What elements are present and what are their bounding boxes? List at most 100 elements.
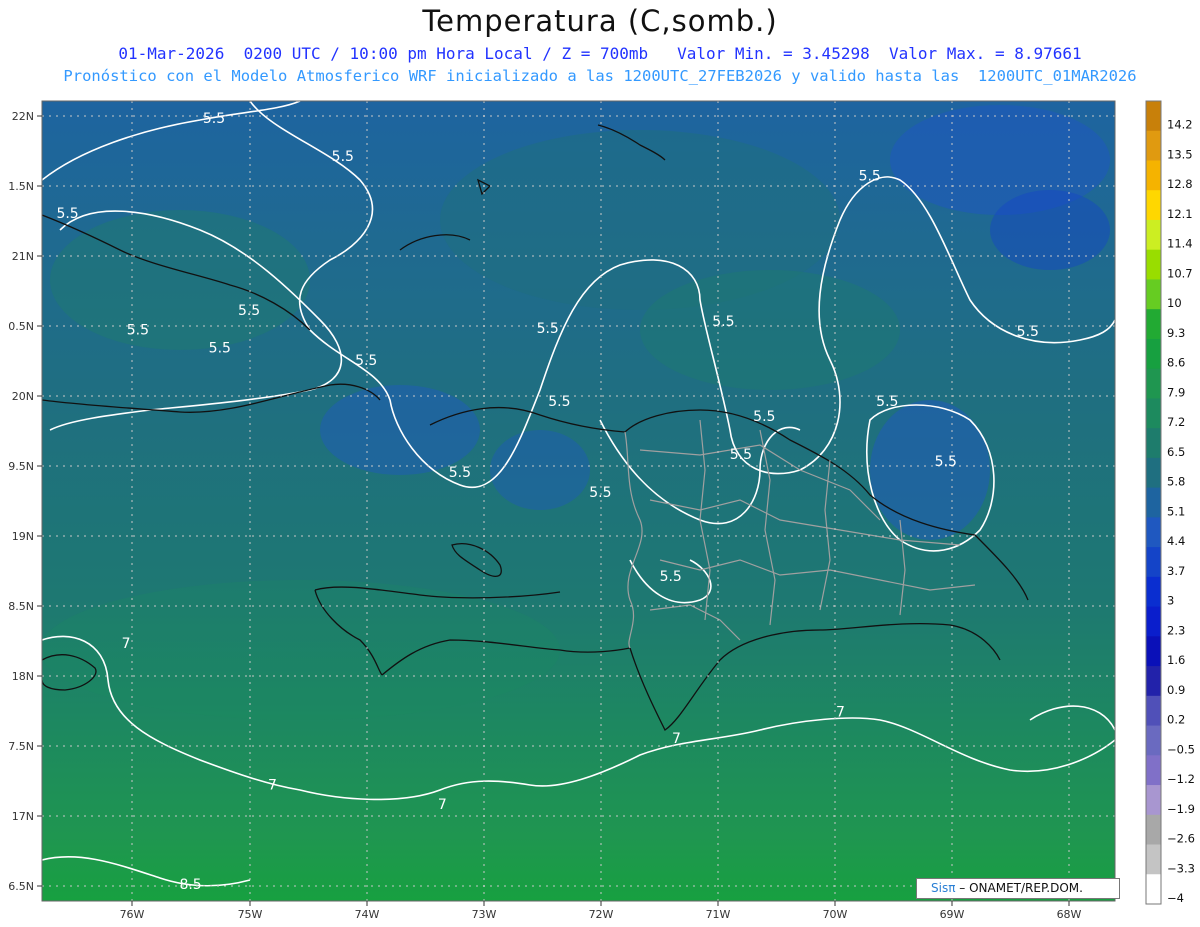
colorbar-swatch <box>1146 487 1161 518</box>
x-tick-label: 68W <box>1057 908 1082 921</box>
colorbar-label: 8.6 <box>1167 356 1185 370</box>
y-tick-label: 17N <box>12 810 34 823</box>
subtitle-line-1: 01-Mar-2026 0200 UTC / 10:00 pm Hora Loc… <box>118 44 1082 63</box>
colorbar-label: 4.4 <box>1167 534 1185 548</box>
contour-label: 5.5 <box>332 149 354 165</box>
colorbar-label: 12.1 <box>1167 207 1193 221</box>
contour-label: 5.5 <box>1017 324 1039 340</box>
colorbar-label: 5.8 <box>1167 475 1185 489</box>
x-tick-label: 69W <box>940 908 965 921</box>
colorbar-label: 14.2 <box>1167 118 1193 132</box>
colorbar-label: −2.6 <box>1167 832 1195 846</box>
contour-label: 5.5 <box>730 447 752 463</box>
contour-label: 5.5 <box>449 465 471 481</box>
colorbar-label: 0.9 <box>1167 683 1185 697</box>
colorbar-swatch <box>1146 160 1161 191</box>
contour-label: 5.5 <box>876 394 898 410</box>
colorbar-label: 12.8 <box>1167 177 1193 191</box>
credit-text: – ONAMET/REP.DOM. <box>959 881 1083 895</box>
colorbar-label: 3.7 <box>1167 564 1185 578</box>
colorbar-label: 5.1 <box>1167 504 1185 518</box>
colorbar-swatch <box>1146 279 1161 310</box>
y-tick-label: 7.5N <box>8 740 34 753</box>
colorbar-swatch <box>1146 309 1161 340</box>
contour-label: 8.5 <box>179 877 201 893</box>
contour-label: 7 <box>122 636 131 652</box>
contour-label: 5.5 <box>355 353 377 369</box>
colorbar-swatch <box>1146 338 1161 370</box>
colorbar-swatch <box>1146 130 1161 161</box>
colorbar-swatch <box>1146 755 1161 786</box>
y-tick-label: 0.5N <box>8 320 34 333</box>
colorbar-swatch <box>1146 398 1161 429</box>
contour-label: 5.5 <box>203 111 225 127</box>
sis-logo-text: Sisπ <box>931 881 956 895</box>
colorbar-swatch <box>1146 219 1161 251</box>
colorbar-swatch <box>1146 547 1161 578</box>
colorbar: 14.2 13.5 12.8 12.1 11.4 10.7 10 9.3 8.6 7.9 7.2 6.… <box>1145 100 1195 905</box>
colorbar-label: −1.9 <box>1167 802 1195 816</box>
contour-label: 7 <box>672 731 681 747</box>
colorbar-label: −4 <box>1167 891 1184 905</box>
x-tick-label: 74W <box>355 908 380 921</box>
contour-label: 5.5 <box>712 314 734 330</box>
colorbar-label: −1.2 <box>1167 772 1195 786</box>
colorbar-label: 0.2 <box>1167 713 1185 727</box>
x-tick-label: 76W <box>120 908 145 921</box>
colorbar-swatch <box>1146 874 1161 905</box>
colorbar-label: 1.6 <box>1167 653 1185 667</box>
colorbar-swatch <box>1146 428 1161 459</box>
contour-label: 5.5 <box>537 321 559 337</box>
y-tick-label: 6.5N <box>8 880 34 893</box>
x-tick-label: 72W <box>589 908 614 921</box>
colorbar-swatch <box>1146 785 1161 816</box>
contour-label: 5.5 <box>56 206 78 222</box>
colorbar-label: 3 <box>1167 594 1174 608</box>
colorbar-swatch <box>1146 814 1161 846</box>
y-tick-label: 18N <box>12 670 34 683</box>
y-tick-label: 1.5N <box>8 180 34 193</box>
plot-area: 5.5 5.5 5.5 5.5 5.5 5.5 5.5 5.5 5.5 5.5 5.5 5.5 5.5 5… <box>41 100 1116 902</box>
colorbar-swatch <box>1146 725 1161 756</box>
y-tick-label: 21N <box>12 250 34 263</box>
map-title: Temperatura (C,somb.) <box>422 4 778 38</box>
colorbar-swatch <box>1146 844 1161 875</box>
contour-label: 5.5 <box>238 303 260 319</box>
contour-label: 5.5 <box>753 409 775 425</box>
y-axis: 22N 1.5N 21N 0.5N 20N 9.5N 19N 8.5N 18N … <box>8 110 42 893</box>
colorbar-label: 7.2 <box>1167 415 1185 429</box>
x-axis: 76W 75W 74W 73W 72W 71W 70W 69W 68W <box>120 901 1082 921</box>
contour-label: 5.5 <box>660 569 682 585</box>
temperature-map: 5.5 5.5 5.5 5.5 5.5 5.5 5.5 5.5 5.5 5.5 5.5 5.5 5.5 5… <box>8 100 1195 921</box>
contour-label: 5.5 <box>589 485 611 501</box>
y-tick-label: 20N <box>12 390 34 403</box>
contour-label: 5.5 <box>209 341 231 357</box>
colorbar-label: 10 <box>1167 296 1182 310</box>
credit-box: Sisπ – ONAMET/REP.DOM. <box>916 878 1120 899</box>
contour-label: 7 <box>438 797 447 813</box>
contour-label: 5.5 <box>935 454 957 470</box>
colorbar-swatch <box>1146 457 1161 489</box>
contour-label: 5.5 <box>548 394 570 410</box>
colorbar-swatch <box>1146 101 1161 132</box>
colorbar-label: −0.5 <box>1167 742 1195 756</box>
colorbar-swatch <box>1146 190 1161 221</box>
colorbar-swatch <box>1146 666 1161 697</box>
colorbar-swatch <box>1146 368 1161 399</box>
y-tick-label: 19N <box>12 530 34 543</box>
colorbar-swatch <box>1146 517 1161 548</box>
contour-label: 5.5 <box>859 168 881 184</box>
x-tick-label: 73W <box>472 908 497 921</box>
colorbar-label: 13.5 <box>1167 147 1193 161</box>
colorbar-swatch <box>1146 249 1161 280</box>
colorbar-label: −3.3 <box>1167 861 1195 875</box>
colorbar-label: 10.7 <box>1167 266 1193 280</box>
contour-label: 7 <box>268 777 277 793</box>
colorbar-label: 9.3 <box>1167 326 1185 340</box>
subtitle-line-2: Pronóstico con el Modelo Atmosferico WRF… <box>63 67 1137 85</box>
contour-label: 7 <box>836 705 845 721</box>
colorbar-swatch <box>1146 636 1161 667</box>
y-tick-label: 9.5N <box>8 460 34 473</box>
colorbar-swatch <box>1146 576 1161 608</box>
x-tick-label: 71W <box>706 908 731 921</box>
